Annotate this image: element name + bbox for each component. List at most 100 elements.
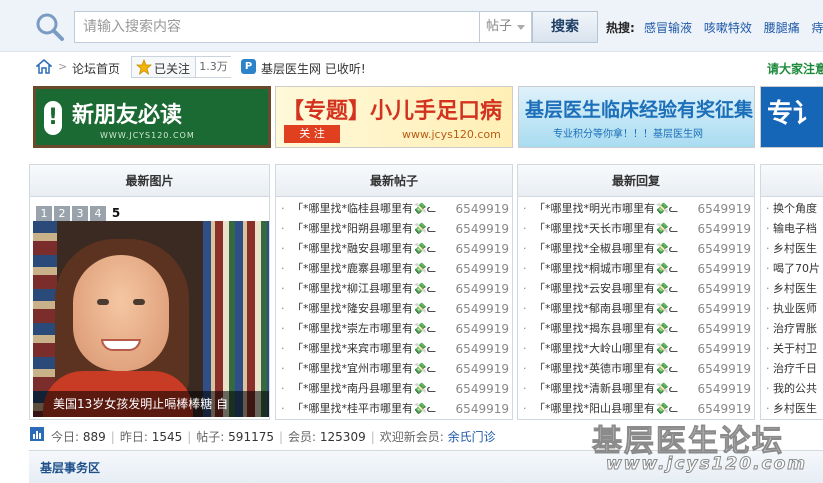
list-item[interactable]: · 输电子档: [761, 219, 823, 239]
today-count: 889: [82, 430, 106, 444]
list-item[interactable]: · 「*哪里找*大岭山哪里有💸ᓚ 6549919: [518, 339, 754, 359]
topic-title[interactable]: 关于村卫: [773, 339, 817, 359]
stats-text: 今日: 889 | 昨日: 1545 | 帖子: 591175 | 会员: 125309 | 欢…: [51, 430, 496, 444]
list-item[interactable]: · 「*哪里找*英德市哪里有💸ᓚ 6549919: [518, 359, 754, 379]
post-title[interactable]: 「*哪里找*临桂县哪里有💸ᓚ: [292, 199, 436, 219]
topic-title[interactable]: 治疗千日: [773, 359, 817, 379]
post-title[interactable]: 「*哪里找*融安县哪里有💸ᓚ: [292, 239, 436, 259]
post-title[interactable]: 「*哪里找*来宾市哪里有💸ᓚ: [292, 339, 436, 359]
list-item[interactable]: · 我的公共: [761, 379, 823, 399]
list-item[interactable]: · 「*哪里找*清新县哪里有💸ᓚ 6549919: [518, 379, 754, 399]
reply-title[interactable]: 「*哪里找*全椒县哪里有💸ᓚ: [534, 239, 678, 259]
post-title[interactable]: 「*哪里找*阳朔县哪里有💸ᓚ: [292, 219, 436, 239]
reply-title[interactable]: 「*哪里找*明光市哪里有💸ᓚ: [534, 199, 678, 219]
banner-title: 新朋友必读: [72, 103, 183, 128]
weibo-icon[interactable]: P: [241, 59, 256, 74]
post-title[interactable]: 「*哪里找*鹿寨县哪里有💸ᓚ: [292, 259, 436, 279]
pager-page[interactable]: 3: [72, 206, 88, 222]
bullet-icon: ·: [766, 302, 770, 315]
list-item[interactable]: · 「*哪里找*阳朔县哪里有💸ᓚ 6549919: [276, 219, 512, 239]
hot-search-link[interactable]: 咳嗽特效: [704, 21, 752, 35]
list-item[interactable]: · 治疗胃胀: [761, 319, 823, 339]
topic-title[interactable]: 换个角度: [773, 199, 817, 219]
post-count: 6549919: [455, 342, 509, 356]
list-item[interactable]: · 关于村卫: [761, 339, 823, 359]
reply-title[interactable]: 「*哪里找*英德市哪里有💸ᓚ: [534, 359, 678, 379]
list-item[interactable]: · 「*哪里找*明光市哪里有💸ᓚ 6549919: [518, 199, 754, 219]
new-member-link[interactable]: 余氏门诊: [448, 430, 496, 444]
forum-home-link[interactable]: 论坛首页: [72, 60, 120, 77]
reply-title[interactable]: 「*哪里找*郁南县哪里有💸ᓚ: [534, 299, 678, 319]
featured-photo[interactable]: 美国13岁女孩发明止嗝棒棒糖 自: [33, 221, 269, 417]
list-item[interactable]: · 「*哪里找*天长市哪里有💸ᓚ 6549919: [518, 219, 754, 239]
topic-title[interactable]: 乡村医生: [773, 239, 817, 259]
list-item[interactable]: · 「*哪里找*崇左市哪里有💸ᓚ 6549919: [276, 319, 512, 339]
post-title[interactable]: 「*哪里找*柳江县哪里有💸ᓚ: [292, 279, 436, 299]
list-item[interactable]: · 「*哪里找*宜州市哪里有💸ᓚ 6549919: [276, 359, 512, 379]
hot-search-link[interactable]: 痔疮: [812, 21, 823, 35]
hot-search-link[interactable]: 腰腿痛: [764, 21, 800, 35]
notice-text[interactable]: 请大家注意: [767, 60, 823, 77]
list-item[interactable]: · 「*哪里找*临桂县哪里有💸ᓚ 6549919: [276, 199, 512, 219]
list-item[interactable]: · 「*哪里找*南丹县哪里有💸ᓚ 6549919: [276, 379, 512, 399]
reply-title[interactable]: 「*哪里找*清新县哪里有💸ᓚ: [534, 379, 678, 399]
topic-title[interactable]: 乡村医生: [773, 279, 817, 299]
topic-title[interactable]: 治疗胃胀: [773, 319, 817, 339]
topic-title[interactable]: 输电子档: [773, 219, 817, 239]
topic-title[interactable]: 乡村医生: [773, 399, 817, 419]
reply-title[interactable]: 「*哪里找*揭东县哪里有💸ᓚ: [534, 319, 678, 339]
list-item[interactable]: · 执业医师: [761, 299, 823, 319]
post-title[interactable]: 「*哪里找*宜州市哪里有💸ᓚ: [292, 359, 436, 379]
banner-newcomer-guide[interactable]: ! 新朋友必读 WWW.JCYS120.COM: [33, 86, 271, 148]
topic-title[interactable]: 我的公共: [773, 379, 817, 399]
pager-page[interactable]: 1: [36, 206, 52, 222]
search-type-select[interactable]: 帖子: [480, 11, 532, 43]
bullet-icon: ·: [281, 262, 285, 275]
reply-title[interactable]: 「*哪里找*大岭山哪里有💸ᓚ: [534, 339, 678, 359]
reply-title[interactable]: 「*哪里找*天长市哪里有💸ᓚ: [534, 219, 678, 239]
post-title[interactable]: 「*哪里找*隆安县哪里有💸ᓚ: [292, 299, 436, 319]
list-item[interactable]: · 「*哪里找*揭东县哪里有💸ᓚ 6549919: [518, 319, 754, 339]
list-item[interactable]: · 乡村医生: [761, 399, 823, 419]
list-item[interactable]: · 「*哪里找*柳江县哪里有💸ᓚ 6549919: [276, 279, 512, 299]
post-title[interactable]: 「*哪里找*桂平市哪里有💸ᓚ: [292, 399, 436, 419]
home-icon[interactable]: [36, 59, 52, 74]
pager-page-active[interactable]: 5: [108, 205, 124, 221]
photo-caption[interactable]: 美国13岁女孩发明止嗝棒棒糖 自: [33, 391, 269, 417]
list-item[interactable]: · 换个角度: [761, 199, 823, 219]
pager-page[interactable]: 2: [54, 206, 70, 222]
topic-title[interactable]: 喝了70片: [773, 259, 820, 279]
section-title[interactable]: 基层事务区: [40, 459, 100, 476]
list-item[interactable]: · 「*哪里找*鹿寨县哪里有💸ᓚ 6549919: [276, 259, 512, 279]
list-item[interactable]: · 「*哪里找*桂平市哪里有💸ᓚ 6549919: [276, 399, 512, 419]
list-item[interactable]: · 乡村医生: [761, 239, 823, 259]
topic-title[interactable]: 执业医师: [773, 299, 817, 319]
bullet-icon: ·: [766, 282, 770, 295]
reply-title[interactable]: 「*哪里找*桐城市哪里有💸ᓚ: [534, 259, 678, 279]
post-title[interactable]: 「*哪里找*南丹县哪里有💸ᓚ: [292, 379, 436, 399]
list-item[interactable]: · 「*哪里找*融安县哪里有💸ᓚ 6549919: [276, 239, 512, 259]
banner-hfmd-topic[interactable]: 【专题】小儿手足口病 关 注 www.jcys120.com: [275, 86, 513, 148]
search-button[interactable]: 搜索: [532, 11, 598, 43]
follow-button[interactable]: 已关注 1.3万: [131, 56, 231, 78]
list-item[interactable]: · 「*哪里找*桐城市哪里有💸ᓚ 6549919: [518, 259, 754, 279]
list-item[interactable]: · 「*哪里找*隆安县哪里有💸ᓚ 6549919: [276, 299, 512, 319]
reply-title[interactable]: 「*哪里找*云安县哪里有💸ᓚ: [534, 279, 678, 299]
search-input[interactable]: 请输入搜索内容: [74, 11, 480, 43]
list-item[interactable]: · 「*哪里找*来宾市哪里有💸ᓚ 6549919: [276, 339, 512, 359]
reply-title[interactable]: 「*哪里找*阳山县哪里有💸ᓚ: [534, 399, 678, 419]
hot-search-link[interactable]: 感冒输液: [644, 21, 692, 35]
banner-experience-contest[interactable]: 基层医生临床经验有奖征集 专业积分等你拿！！！基层医生网: [518, 86, 755, 148]
list-item[interactable]: · 「*哪里找*阳山县哪里有💸ᓚ 6549919: [518, 399, 754, 419]
list-item[interactable]: · 「*哪里找*云安县哪里有💸ᓚ 6549919: [518, 279, 754, 299]
list-item[interactable]: · 治疗千日: [761, 359, 823, 379]
pager-page[interactable]: 4: [90, 206, 106, 222]
post-title[interactable]: 「*哪里找*崇左市哪里有💸ᓚ: [292, 319, 436, 339]
list-item[interactable]: · 喝了70片: [761, 259, 823, 279]
post-count: 6549919: [455, 242, 509, 256]
banner-partial[interactable]: 专讠: [760, 86, 823, 148]
list-item[interactable]: · 「*哪里找*郁南县哪里有💸ᓚ 6549919: [518, 299, 754, 319]
search-icon: [36, 13, 64, 41]
list-item[interactable]: · 乡村医生: [761, 279, 823, 299]
list-item[interactable]: · 「*哪里找*全椒县哪里有💸ᓚ 6549919: [518, 239, 754, 259]
